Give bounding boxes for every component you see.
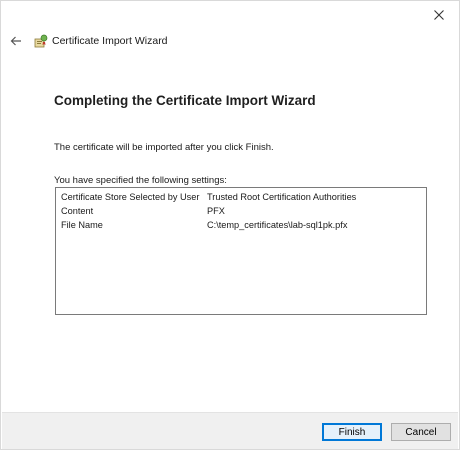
setting-key: File Name [61,220,103,230]
setting-key: Content [61,206,94,216]
setting-value: C:\temp_certificates\lab-sql1pk.pfx [207,220,348,230]
back-button[interactable] [7,32,25,50]
certificate-wizard-icon [34,34,48,48]
close-icon [434,10,444,20]
finish-button[interactable]: Finish [322,423,382,441]
wizard-header: Certificate Import Wizard [7,30,168,52]
certificate-import-wizard-window: Certificate Import Wizard Completing the… [0,0,460,450]
page-heading: Completing the Certificate Import Wizard [54,93,316,108]
setting-value: PFX [207,206,225,216]
setting-value: Trusted Root Certification Authorities [207,192,357,202]
window-title: Certificate Import Wizard [52,35,168,47]
button-bar: Finish Cancel [2,412,458,449]
settings-list[interactable]: Certificate Store Selected by User Trust… [55,187,427,315]
setting-key: Certificate Store Selected by User [61,192,200,202]
settings-label: You have specified the following setting… [54,175,227,186]
page-description: The certificate will be imported after y… [54,142,274,153]
cancel-button[interactable]: Cancel [391,423,451,441]
close-button[interactable] [425,3,453,27]
back-arrow-icon [10,36,21,46]
